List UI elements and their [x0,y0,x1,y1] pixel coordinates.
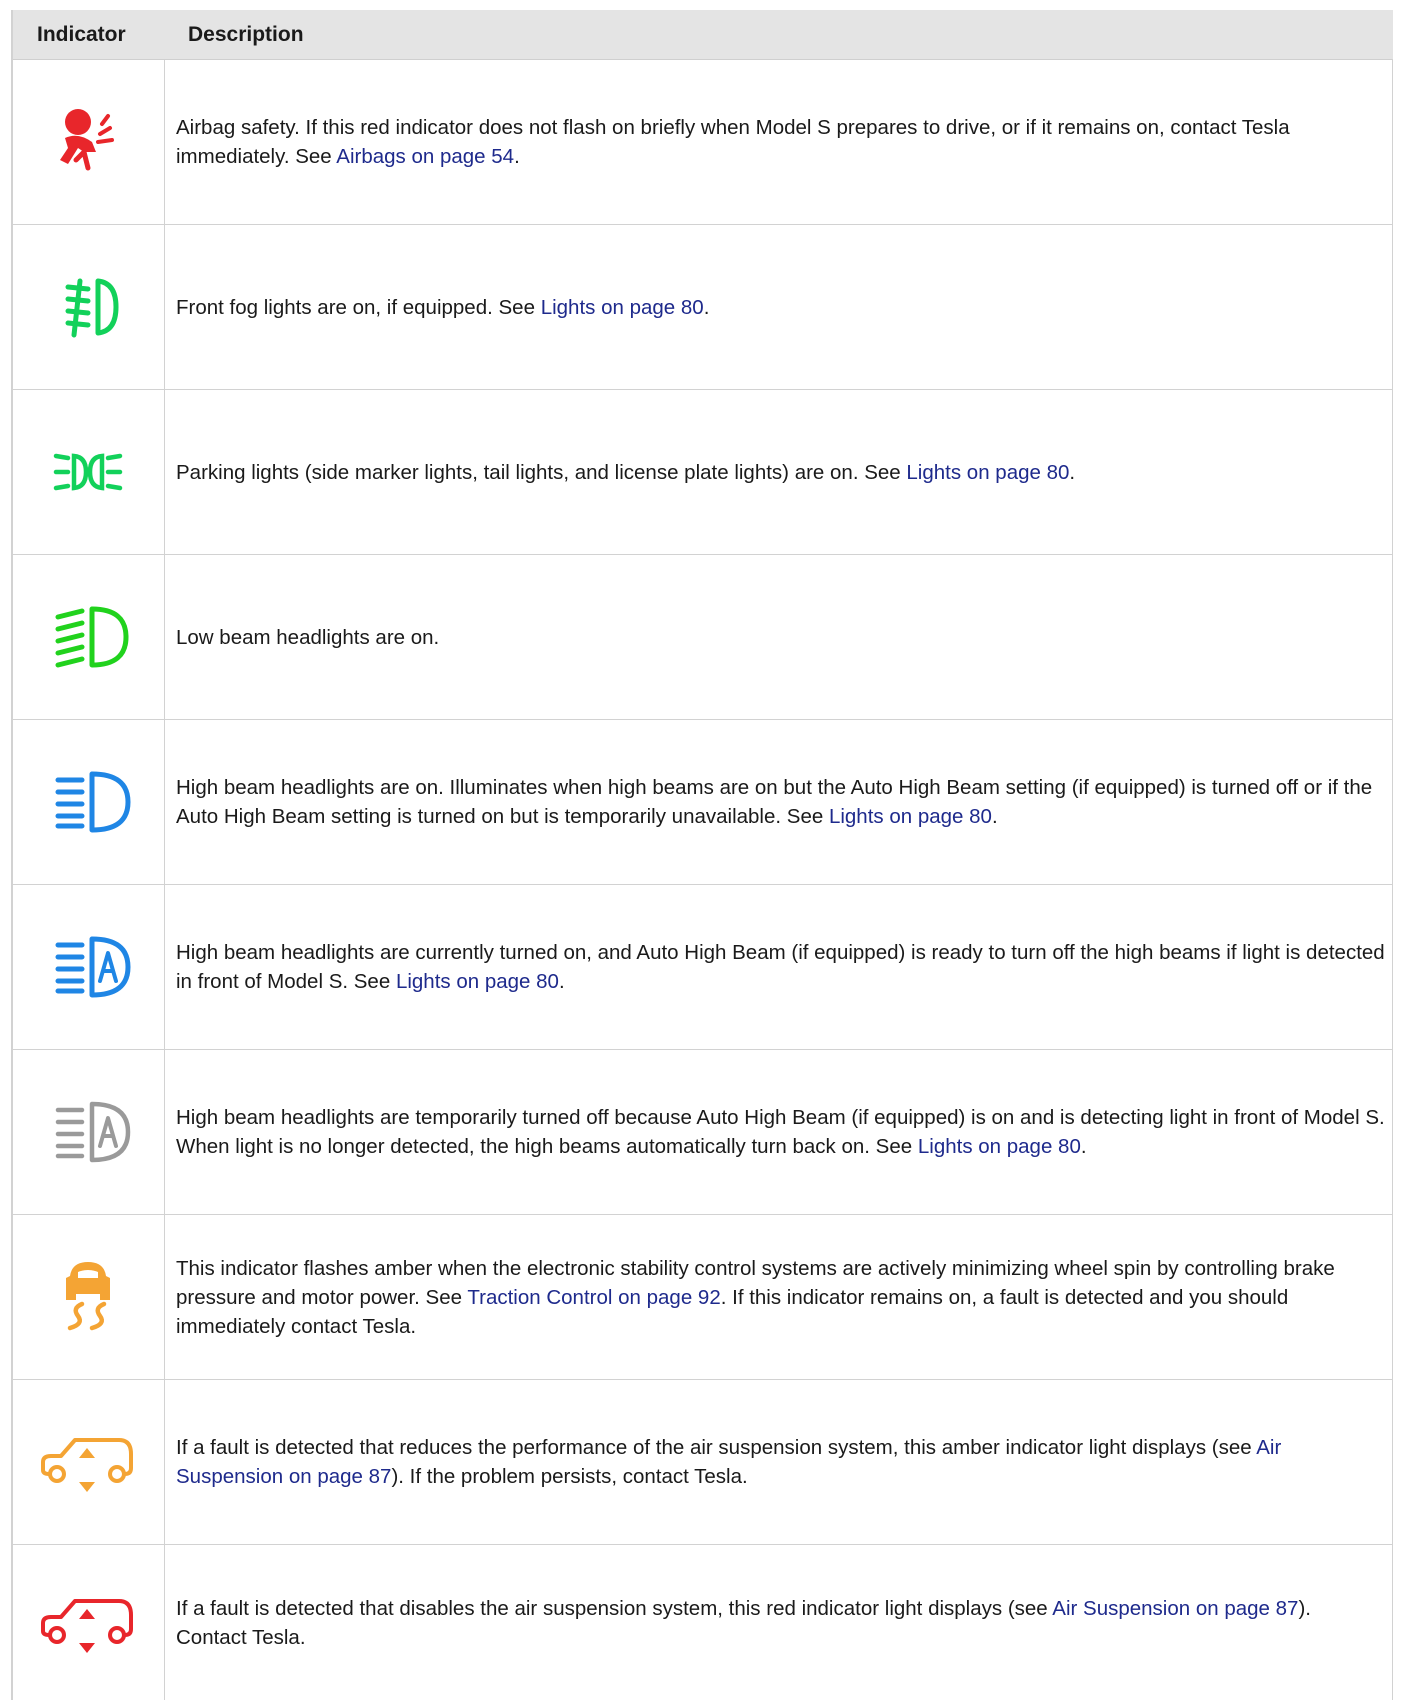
auto-high-beam-icon [55,936,130,998]
table-row: High beam headlights are on. Illuminates… [11,720,1393,885]
table-row: Low beam headlights are on. [11,555,1393,720]
page-link[interactable]: Traction Control on page 92 [467,1286,720,1309]
air-suspension-amber-icon [40,1438,133,1492]
table-row: Airbag safety. If this red indicator doe… [11,60,1393,225]
air-suspension-red-icon [40,1598,133,1653]
table-row: Front fog lights are on, if equipped. Se… [11,225,1393,390]
traction-control-icon [65,1262,110,1331]
low-beam-icon [55,606,128,668]
row-description: Parking lights (side marker lights, tail… [176,460,907,484]
row-description: High beam headlights are on. Illuminates… [176,776,1373,828]
airbag-icon [59,109,114,171]
indicator-table: Indicator Description Airbag safety. If … [11,10,1393,1700]
header-description: Description [188,22,304,46]
page-link[interactable]: Air Suspension on page 87 [1052,1597,1298,1620]
row-description: High beam headlights are temporarily tur… [176,1106,1385,1158]
table-row: This indicator flashes amber when the el… [11,1215,1393,1380]
table-row: High beam headlights are currently turne… [11,885,1393,1050]
row-description: If a fault is detected that reduces the … [176,1436,1257,1459]
table-header: Indicator Description [11,10,1393,60]
row-description: High beam headlights are currently turne… [176,941,1385,993]
page-link[interactable]: Lights on page 80 [829,805,992,828]
table-row: High beam headlights are temporarily tur… [11,1050,1393,1215]
high-beam-icon [55,771,130,833]
row-description: If a fault is detected that disables the… [176,1596,1053,1620]
page-link[interactable]: Lights on page 80 [396,970,559,993]
page-link[interactable]: Lights on page 80 [906,461,1069,484]
row-description: Front fog lights are on, if equipped. Se… [176,295,541,319]
front-fog-light-icon [65,278,118,338]
row-description: Low beam headlights are on. [176,625,440,649]
parking-lights-icon [53,453,122,491]
page-link[interactable]: Airbags on page 54 [336,145,514,168]
header-indicator: Indicator [37,22,126,46]
page-link[interactable]: Lights on page 80 [918,1135,1081,1158]
table-row: If a fault is detected that reduces the … [11,1380,1393,1545]
table-row: If a fault is detected that disables the… [11,1545,1393,1700]
table-row: Parking lights (side marker lights, tail… [11,390,1393,555]
page-link[interactable]: Lights on page 80 [541,296,704,319]
auto-high-beam-off-icon [55,1101,130,1163]
